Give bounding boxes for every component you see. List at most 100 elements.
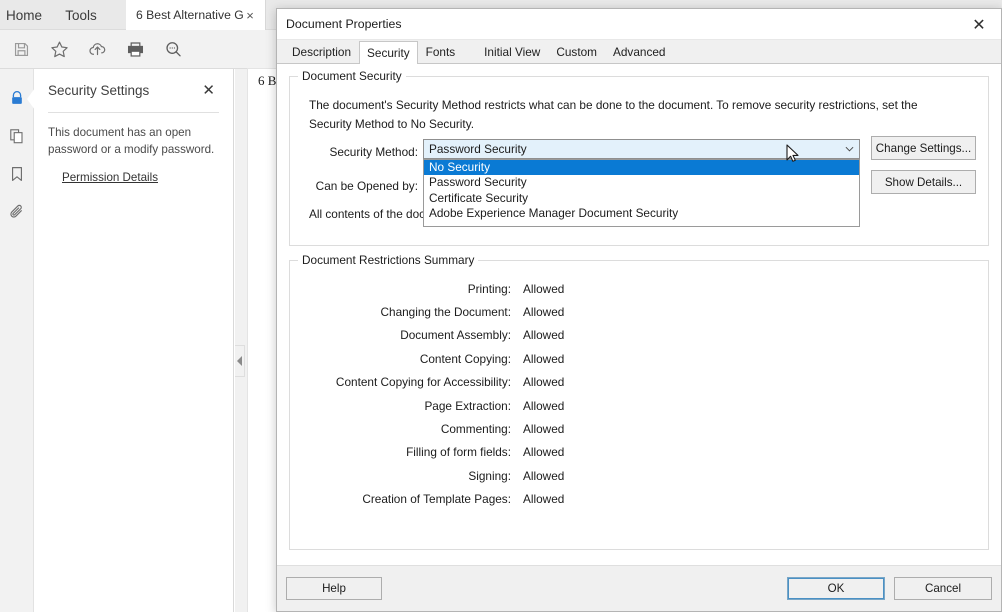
security-settings-panel: Security Settings ✕ This document has an…	[34, 69, 234, 612]
restrictions-list: Printing: Allowed Changing the Document:…	[290, 277, 988, 511]
document-tab-label: 6 Best Alternative G...	[136, 8, 243, 22]
save-button[interactable]	[4, 33, 38, 65]
dialog-title: Document Properties	[277, 17, 402, 31]
restriction-value: Allowed	[511, 305, 564, 319]
print-button[interactable]	[118, 33, 152, 65]
search-button[interactable]	[156, 33, 190, 65]
favorite-button[interactable]	[42, 33, 76, 65]
restriction-label: Filling of form fields:	[290, 445, 511, 459]
restriction-label: Creation of Template Pages:	[290, 492, 511, 506]
search-zoom-icon	[164, 40, 183, 59]
restriction-value: Allowed	[511, 469, 564, 483]
table-row: Content Copying for Accessibility: Allow…	[290, 371, 988, 394]
dialog-title-bar: Document Properties ✕	[277, 9, 1001, 40]
security-settings-body: This document has an open password or a …	[48, 124, 219, 159]
sidebar-rail	[0, 69, 34, 612]
restriction-label: Page Extraction:	[290, 399, 511, 413]
document-tab[interactable]: 6 Best Alternative G... ×	[126, 0, 266, 30]
tab-fonts-label: Fonts	[426, 45, 456, 59]
dropdown-option-certificate-security[interactable]: Certificate Security	[424, 191, 859, 206]
document-security-group: Document Security The document's Securit…	[289, 76, 989, 246]
sidebar-item-security[interactable]	[0, 81, 34, 119]
document-restrictions-legend: Document Restrictions Summary	[298, 253, 478, 267]
table-row: Creation of Template Pages: Allowed	[290, 488, 988, 511]
table-row: Printing: Allowed	[290, 277, 988, 300]
tab-security-label: Security	[367, 46, 410, 60]
upload-button[interactable]	[80, 33, 114, 65]
attachment-icon	[8, 203, 26, 226]
document-security-legend: Document Security	[298, 69, 406, 83]
table-row: Content Copying: Allowed	[290, 347, 988, 370]
dialog-tabs: Description Security Fonts Initial View …	[277, 40, 1001, 64]
dialog-body: Document Security The document's Securit…	[277, 64, 1001, 565]
panel-collapse-handle[interactable]	[235, 345, 245, 377]
security-method-label: Security Method:	[300, 145, 418, 159]
pages-thumbnail-icon	[8, 127, 26, 150]
security-method-combobox[interactable]: Password Security	[423, 139, 860, 159]
sidebar-item-page-thumbnails[interactable]	[0, 119, 34, 157]
close-icon[interactable]: ✕	[957, 9, 1001, 40]
permission-details-link[interactable]: Permission Details	[62, 171, 158, 184]
change-settings-button[interactable]: Change Settings...	[871, 136, 976, 160]
dialog-footer: Help OK Cancel	[277, 565, 1001, 611]
restriction-label: Commenting:	[290, 422, 511, 436]
table-row: Changing the Document: Allowed	[290, 300, 988, 323]
tab-description-label: Description	[292, 45, 351, 59]
table-row: Signing: Allowed	[290, 464, 988, 487]
document-security-description: The document's Security Method restricts…	[309, 96, 949, 134]
tab-custom[interactable]: Custom	[548, 41, 605, 63]
restriction-value: Allowed	[511, 399, 564, 413]
restriction-value: Allowed	[511, 282, 564, 296]
table-row: Filling of form fields: Allowed	[290, 441, 988, 464]
print-icon	[126, 40, 145, 59]
tab-advanced[interactable]: Advanced	[605, 41, 673, 63]
divider	[48, 112, 219, 113]
close-icon[interactable]: ×	[243, 8, 257, 23]
tab-security[interactable]: Security	[359, 41, 418, 64]
restriction-label: Changing the Document:	[290, 305, 511, 319]
sidebar-item-bookmarks[interactable]	[0, 157, 34, 195]
restriction-label: Document Assembly:	[290, 328, 511, 342]
restriction-value: Allowed	[511, 445, 564, 459]
restriction-value: Allowed	[511, 375, 564, 389]
lock-icon	[8, 89, 26, 112]
ok-button[interactable]: OK	[787, 577, 885, 600]
close-icon[interactable]: ✕	[198, 81, 219, 100]
upload-cloud-icon	[88, 40, 107, 59]
tab-advanced-label: Advanced	[613, 45, 665, 59]
tab-initial-view-label: Initial View	[484, 45, 540, 59]
chevron-down-icon[interactable]	[840, 140, 859, 158]
dropdown-option-no-security[interactable]: No Security	[424, 160, 859, 175]
security-settings-title: Security Settings	[48, 83, 149, 98]
help-button[interactable]: Help	[286, 577, 382, 600]
dropdown-option-aem-document-security[interactable]: Adobe Experience Manager Document Securi…	[424, 206, 859, 221]
menu-home[interactable]: Home	[0, 0, 48, 30]
table-row: Commenting: Allowed	[290, 417, 988, 440]
restriction-value: Allowed	[511, 352, 564, 366]
security-method-value: Password Security	[424, 142, 840, 156]
restriction-label: Signing:	[290, 469, 511, 483]
dropdown-option-password-security[interactable]: Password Security	[424, 175, 859, 190]
restriction-value: Allowed	[511, 328, 564, 342]
restriction-value: Allowed	[511, 492, 564, 506]
show-details-button[interactable]: Show Details...	[871, 170, 976, 194]
sidebar-item-attachments[interactable]	[0, 195, 34, 233]
tab-fonts[interactable]: Fonts	[418, 41, 464, 63]
cancel-button[interactable]: Cancel	[894, 577, 992, 600]
menu-home-label: Home	[6, 8, 42, 23]
table-row: Page Extraction: Allowed	[290, 394, 988, 417]
restriction-value: Allowed	[511, 422, 564, 436]
document-restrictions-group: Document Restrictions Summary Printing: …	[289, 260, 989, 550]
tab-custom-label: Custom	[556, 45, 597, 59]
can-be-opened-by-label: Can be Opened by:	[300, 179, 418, 193]
document-properties-dialog: Document Properties ✕ Description Securi…	[276, 8, 1002, 612]
tab-description[interactable]: Description	[284, 41, 359, 63]
table-row: Document Assembly: Allowed	[290, 324, 988, 347]
tab-initial-view[interactable]: Initial View	[476, 41, 548, 63]
security-settings-header: Security Settings ✕	[48, 81, 219, 100]
save-icon	[13, 41, 30, 58]
restriction-label: Content Copying for Accessibility:	[290, 375, 511, 389]
menu-tools-label: Tools	[65, 8, 97, 23]
security-method-dropdown-list: No Security Password Security Certificat…	[423, 159, 860, 227]
menu-tools[interactable]: Tools	[56, 0, 106, 30]
